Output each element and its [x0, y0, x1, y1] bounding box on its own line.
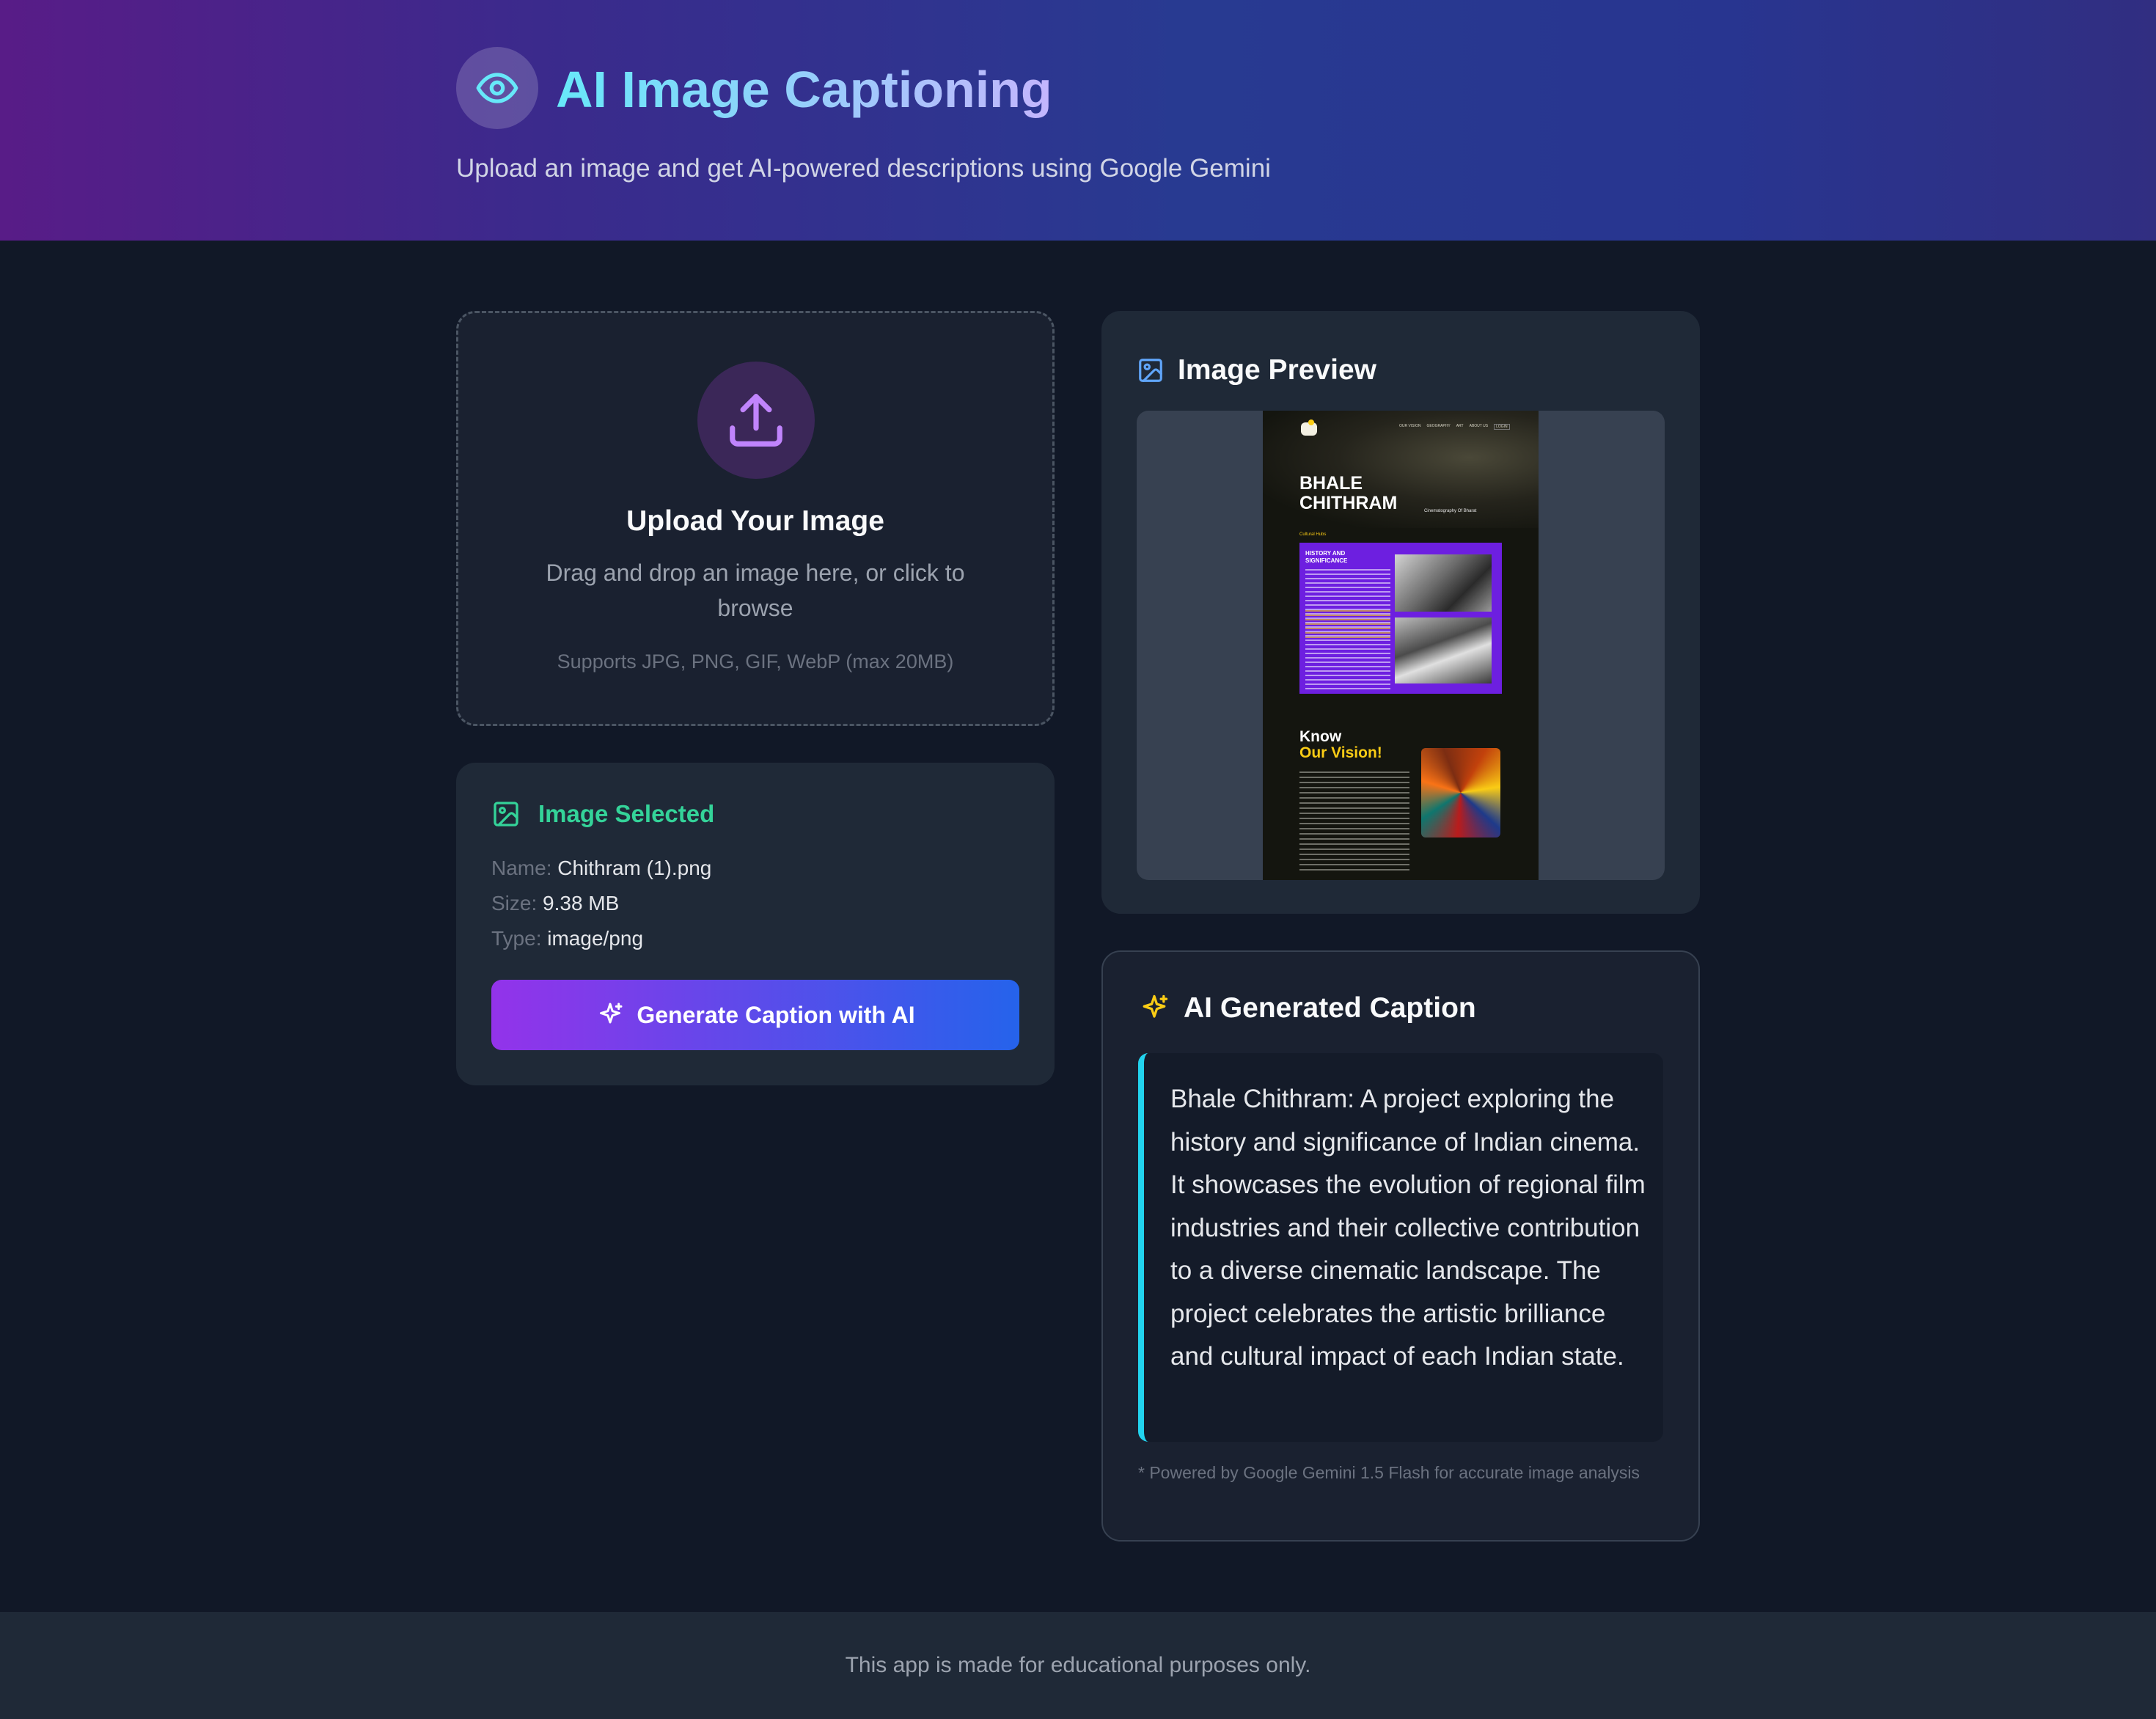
preview-vision-line: Our Vision!	[1299, 744, 1382, 761]
file-name-label: Name:	[491, 857, 552, 879]
image-selected-card: Image Selected Name: Chithram (1).png Si…	[456, 763, 1055, 1085]
image-preview-card: Image Preview OUR VISION GEOGRAPHY ART A…	[1101, 311, 1700, 914]
image-preview-frame: OUR VISION GEOGRAPHY ART ABOUT US LOGIN …	[1137, 411, 1665, 880]
logo-badge	[456, 47, 538, 129]
file-name-value: Chithram (1).png	[557, 857, 712, 879]
preview-vision-collage	[1421, 748, 1500, 837]
image-selected-header: Image Selected	[491, 798, 714, 830]
caption-text: Bhale Chithram: A project exploring the …	[1170, 1085, 1646, 1371]
powered-by-note: * Powered by Google Gemini 1.5 Flash for…	[1138, 1463, 1640, 1482]
preview-history-panel: HISTORY AND SIGNIFICANCE	[1299, 543, 1502, 694]
sparkles-icon	[600, 1003, 623, 1024]
preview-section-tag: Cultural Hubs	[1299, 532, 1327, 537]
sparkles-icon	[1143, 994, 1168, 1018]
image-selected-title: Image Selected	[538, 800, 715, 827]
ai-caption-card: AI Generated Caption Bhale Chithram: A p…	[1101, 950, 1700, 1542]
eye-icon	[476, 73, 518, 103]
preview-logo-dot	[1308, 419, 1314, 425]
preview-history-photo	[1395, 617, 1492, 683]
preview-hero-title: BHALE CHITHRAM	[1299, 474, 1397, 513]
file-type-value: image/png	[547, 927, 644, 950]
image-icon	[1139, 359, 1162, 382]
preview-vision-line: Know	[1299, 728, 1342, 745]
preview-nav-item: GEOGRAPHY	[1426, 424, 1451, 428]
preview-hero-line: CHITHRAM	[1299, 493, 1398, 513]
file-size-row: Size: 9.38 MB	[491, 892, 619, 915]
preview-nav-item: OUR VISION	[1399, 424, 1421, 428]
file-name-row: Name: Chithram (1).png	[491, 857, 711, 880]
image-preview-header: Image Preview	[1137, 352, 1376, 389]
preview-history-photo	[1395, 554, 1492, 612]
file-size-value: 9.38 MB	[543, 892, 620, 915]
caption-output: Bhale Chithram: A project exploring the …	[1138, 1053, 1663, 1442]
preview-image: OUR VISION GEOGRAPHY ART ABOUT US LOGIN …	[1263, 411, 1539, 880]
upload-title: Upload Your Image	[626, 505, 884, 537]
generate-caption-button[interactable]: Generate Caption with AI	[491, 980, 1019, 1050]
preview-history-highlight	[1305, 610, 1390, 639]
file-type-row: Type: image/png	[491, 927, 643, 950]
upload-icon	[730, 394, 782, 447]
generate-caption-label: Generate Caption with AI	[637, 1001, 915, 1028]
image-icon	[494, 802, 518, 826]
ai-caption-title: AI Generated Caption	[1184, 992, 1476, 1024]
upload-supported-formats: Supports JPG, PNG, GIF, WebP (max 20MB)	[557, 650, 954, 672]
preview-hero-line: BHALE	[1299, 473, 1363, 494]
footer-text: This app is made for educational purpose…	[845, 1653, 1311, 1677]
file-size-label: Size:	[491, 892, 538, 915]
file-type-label: Type:	[491, 927, 542, 950]
app-footer: This app is made for educational purpose…	[0, 1612, 2156, 1719]
upload-icon-badge	[697, 362, 815, 479]
preview-nav-item: ART	[1456, 424, 1464, 428]
image-preview-title: Image Preview	[1178, 354, 1376, 386]
app-subtitle: Upload an image and get AI-powered descr…	[456, 154, 1271, 183]
preview-nav-item: ABOUT US	[1469, 424, 1489, 428]
preview-vision-text-lines	[1299, 771, 1409, 874]
upload-description: Drag and drop an image here, or click to…	[546, 560, 965, 621]
app-header: AI Image Captioning Upload an image and …	[0, 0, 2156, 241]
preview-nav: OUR VISION GEOGRAPHY ART ABOUT US LOGIN	[1399, 424, 1510, 430]
preview-history-title: HISTORY AND SIGNIFICANCE	[1305, 550, 1348, 564]
preview-vision-title: Know Our Vision!	[1299, 729, 1382, 761]
ai-caption-header: AI Generated Caption	[1138, 990, 1476, 1027]
upload-dropzone[interactable]: Upload Your Image Drag and drop an image…	[456, 311, 1055, 726]
preview-hero-tagline: Cinematography Of Bharat	[1424, 509, 1477, 513]
app-title: AI Image Captioning	[556, 54, 1052, 125]
preview-nav-item: LOGIN	[1494, 424, 1510, 430]
